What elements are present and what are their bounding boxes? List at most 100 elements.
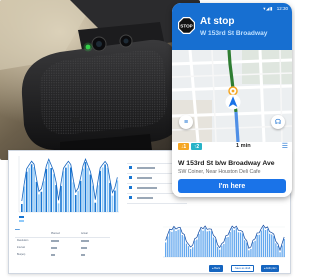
left-chart-bar [99,170,101,212]
left-chart-bar [79,180,82,212]
stop-sign-icon: STOP [178,17,195,34]
dashcam-illustration [0,0,200,160]
left-chart-bar [72,182,75,212]
right-chart-bar [196,239,198,257]
right-chart-bar [217,246,219,257]
right-chart-bar [192,247,194,257]
stop-info-panel: ↓1 ↑2 1 min ☰ W 153rd St b/w Broadway Av… [172,142,292,197]
left-chart-bar [38,194,40,212]
left-chart-bar [116,180,119,212]
right-chart-bar [194,240,196,257]
left-chart-bar [114,190,116,212]
route-badge-a: ↓1 [178,143,189,150]
stat-head-actual: Actual [81,232,88,235]
left-chart-bar [111,195,114,212]
right-chart-bar [235,228,238,257]
right-chart-bar [208,230,210,257]
left-chart-bar [96,185,99,212]
right-chart-bar [241,233,244,257]
right-chart-bar [185,243,188,257]
next-stop-near: SW Coiner, Near Houston Deli Cafe [178,169,261,175]
left-chart-bar [28,167,30,212]
left-chart-bar [84,162,87,212]
route-map[interactable]: ≡ ☊ [172,50,292,142]
right-chart-bar [283,238,285,257]
right-chart-bar [256,234,258,257]
headset-icon[interactable]: ☊ [271,115,285,129]
list-icon[interactable]: ☰ [282,142,288,150]
right-chart-bar [200,229,202,257]
stop-title: At stop [200,16,235,27]
right-chart-bar [250,248,252,257]
right-chart-bar [239,232,242,257]
left-chart-bar [82,168,84,212]
stat-resolution: Resolution [17,239,29,242]
stats-heading: ▬▬ [15,228,20,231]
right-chart-bar [273,236,275,257]
right-chart-bar [275,243,277,257]
left-chart-bar [101,167,104,212]
im-here-button[interactable]: I'm here [178,179,286,193]
right-chart-bar [165,242,167,257]
left-chart-bar [30,164,33,212]
right-chart-bar [260,230,262,257]
ridership-chart-left [18,156,119,222]
right-chart-bar [212,237,215,257]
left-chart-bar [45,168,48,212]
right-chart-bar [179,229,181,257]
right-chart-bar [177,229,179,257]
right-chart-bar [252,242,254,257]
right-chart-bar [227,236,229,257]
right-chart-bar [281,245,283,257]
left-chart-bar [50,168,52,212]
right-chart-bar [175,231,177,257]
right-chart-bar [167,236,169,257]
right-chart-bar [244,240,246,257]
menu-icon[interactable]: ≡ [179,115,193,129]
right-chart-bar [187,246,190,257]
left-chart-bar [25,171,28,212]
ridership-chart-right [163,224,285,258]
right-chart-bar [246,242,248,257]
right-chart-bar [183,236,186,257]
stop-sign-text: STOP [180,23,192,28]
right-chart-bar [237,232,240,257]
back-button[interactable]: ● Back [209,265,224,272]
route-badge-b: ↑2 [191,143,202,150]
left-chart-bar [67,164,70,212]
right-chart-bar [254,240,256,257]
right-chart-bar [214,239,217,257]
right-chart-bar [231,228,233,257]
left-chart-bar [92,185,94,212]
left-chart-bar [77,191,79,212]
left-chart-bar [57,203,60,212]
right-chart-bar [189,248,192,257]
right-chart-bar [171,231,173,257]
left-chart-bar [52,174,55,212]
right-chart-bar [248,250,250,257]
right-chart-bar [173,228,175,257]
right-chart-bar [266,228,269,257]
navigation-arrow-icon [225,94,241,110]
left-chart-bar [104,164,106,212]
right-chart-bar [258,234,260,257]
eta: 1 min [236,143,251,149]
right-chart-bar [206,231,208,257]
save-draft-button[interactable]: Save as draft [231,265,255,272]
stop-subtitle: W 153rd St Broadway [200,30,268,37]
right-chart-bar [181,235,183,257]
left-chart-bar [65,167,67,212]
left-chart-bar [40,191,43,212]
status-icons: ▾◢▮ [263,6,273,11]
right-chart-bar [277,245,279,257]
right-chart-bar [225,237,227,257]
left-chart-bar [109,182,111,212]
edit-plan-button[interactable]: ● Edit plan [261,265,280,272]
left-chart-bar [70,167,72,212]
right-chart-bar [279,252,281,257]
left-chart-bar [94,202,97,212]
right-chart-bar [219,249,221,257]
stat-head-planned: Planned [51,232,60,235]
status-time: 12:30 [276,6,288,11]
right-chart-bar [169,231,171,257]
